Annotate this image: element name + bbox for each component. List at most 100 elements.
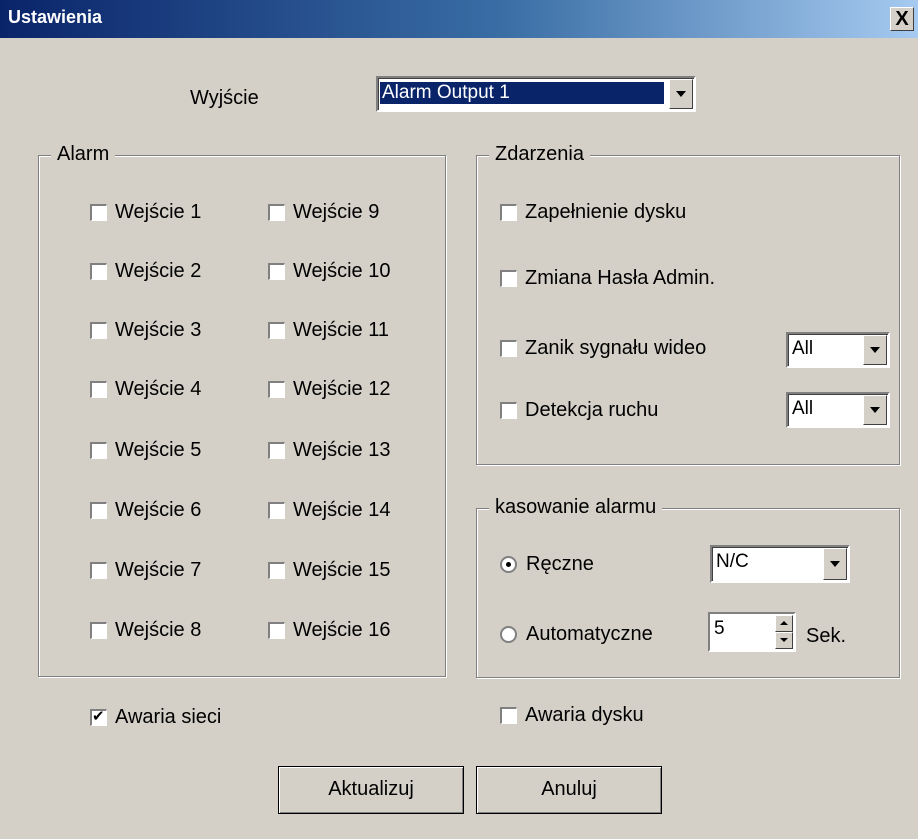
title-bar: Ustawienia X — [0, 0, 918, 38]
input-14-label: Wejście 14 — [293, 498, 391, 521]
input-14-checkbox[interactable]: Wejście 14 — [268, 498, 390, 522]
input-11-label: Wejście 11 — [293, 318, 389, 341]
automatic-radio[interactable]: Automatyczne — [500, 622, 653, 646]
auto-seconds-value: 5 — [714, 618, 725, 639]
chevron-down-icon[interactable] — [863, 395, 887, 425]
radio-circle[interactable] — [500, 625, 517, 643]
input-13-label: Wejście 13 — [293, 438, 391, 461]
checkbox-box[interactable] — [500, 203, 517, 221]
checkbox-box[interactable] — [90, 441, 107, 459]
checkbox-box[interactable] — [90, 321, 107, 339]
output-label: Wyjście — [190, 87, 259, 109]
video-loss-select-value: All — [792, 338, 814, 359]
input-11-checkbox[interactable]: Wejście 11 — [268, 318, 389, 342]
seconds-label: Sek. — [806, 625, 847, 647]
input-15-label: Wejście 15 — [293, 558, 391, 581]
checkbox-box[interactable] — [268, 621, 285, 639]
manual-select-value: N/C — [716, 551, 749, 572]
checkbox-box[interactable] — [90, 380, 107, 398]
input-4-checkbox[interactable]: Wejście 4 — [90, 377, 201, 401]
close-button[interactable]: X — [890, 7, 914, 31]
video-loss-checkbox[interactable]: Zanik sygnału wideo — [500, 336, 706, 360]
input-10-label: Wejście 10 — [293, 259, 391, 282]
admin-password-checkbox[interactable]: Zmiana Hasła Admin. — [500, 266, 715, 290]
checkbox-box[interactable] — [268, 203, 285, 221]
input-9-label: Wejście 9 — [293, 200, 380, 223]
chevron-down-icon[interactable] — [823, 548, 847, 580]
disk-failure-label: Awaria dysku — [525, 703, 644, 726]
input-6-label: Wejście 6 — [115, 498, 202, 521]
input-5-label: Wejście 5 — [115, 438, 202, 461]
manual-select[interactable]: N/C — [710, 545, 850, 583]
spin-up-icon[interactable] — [775, 615, 793, 632]
checkbox-box[interactable] — [268, 441, 285, 459]
manual-label: Ręczne — [526, 552, 594, 575]
output-select-value: Alarm Output 1 — [380, 82, 664, 104]
input-10-checkbox[interactable]: Wejście 10 — [268, 259, 390, 283]
manual-radio[interactable]: Ręczne — [500, 552, 594, 576]
spin-down-icon[interactable] — [775, 632, 793, 649]
input-7-checkbox[interactable]: Wejście 7 — [90, 558, 201, 582]
checkbox-box[interactable] — [500, 401, 517, 419]
checkbox-box[interactable] — [500, 269, 517, 287]
checkbox-box[interactable] — [90, 262, 107, 280]
input-1-label: Wejście 1 — [115, 200, 202, 223]
checkbox-box[interactable] — [90, 501, 107, 519]
motion-select[interactable]: All — [786, 392, 890, 428]
checkbox-box[interactable] — [500, 706, 517, 724]
input-16-checkbox[interactable]: Wejście 16 — [268, 618, 390, 642]
video-loss-select[interactable]: All — [786, 332, 890, 368]
alarm-group-title: Alarm — [51, 143, 116, 166]
disk-full-label: Zapełnienie dysku — [525, 200, 687, 223]
input-2-checkbox[interactable]: Wejście 2 — [90, 259, 201, 283]
radio-circle[interactable] — [500, 555, 517, 573]
motion-detection-checkbox[interactable]: Detekcja ruchu — [500, 398, 658, 422]
network-failure-label: Awaria sieci — [115, 705, 222, 728]
input-5-checkbox[interactable]: Wejście 5 — [90, 438, 201, 462]
checkbox-box[interactable] — [500, 339, 517, 357]
input-8-label: Wejście 8 — [115, 618, 202, 641]
checkbox-box[interactable] — [268, 561, 285, 579]
checkbox-box[interactable] — [268, 380, 285, 398]
input-4-label: Wejście 4 — [115, 377, 202, 400]
admin-password-label: Zmiana Hasła Admin. — [525, 266, 716, 289]
chevron-down-icon[interactable] — [669, 79, 693, 109]
disk-full-checkbox[interactable]: Zapełnienie dysku — [500, 200, 686, 224]
checkbox-box[interactable] — [90, 561, 107, 579]
input-3-checkbox[interactable]: Wejście 3 — [90, 318, 201, 342]
window-title: Ustawienia — [8, 7, 103, 27]
input-7-label: Wejście 7 — [115, 558, 202, 581]
update-button[interactable]: Aktualizuj — [278, 766, 464, 814]
auto-seconds-spinner[interactable]: 5 — [708, 612, 796, 652]
cancel-button[interactable]: Anuluj — [476, 766, 662, 814]
checkbox-box[interactable] — [90, 203, 107, 221]
network-failure-checkbox[interactable]: Awaria sieci — [90, 705, 221, 729]
input-9-checkbox[interactable]: Wejście 9 — [268, 200, 379, 224]
input-1-checkbox[interactable]: Wejście 1 — [90, 200, 201, 224]
video-loss-label: Zanik sygnału wideo — [525, 336, 707, 359]
alarm-group: Alarm — [38, 143, 446, 677]
input-3-label: Wejście 3 — [115, 318, 202, 341]
disk-failure-checkbox[interactable]: Awaria dysku — [500, 703, 644, 727]
alarm-reset-group-title: kasowanie alarmu — [489, 496, 663, 519]
motion-detection-label: Detekcja ruchu — [525, 398, 659, 421]
input-8-checkbox[interactable]: Wejście 8 — [90, 618, 201, 642]
close-icon: X — [895, 8, 909, 30]
input-2-label: Wejście 2 — [115, 259, 202, 282]
checkbox-box[interactable] — [268, 262, 285, 280]
checkbox-box[interactable] — [268, 321, 285, 339]
checkbox-box[interactable] — [90, 621, 107, 639]
input-13-checkbox[interactable]: Wejście 13 — [268, 438, 390, 462]
input-12-checkbox[interactable]: Wejście 12 — [268, 377, 390, 401]
input-16-label: Wejście 16 — [293, 618, 391, 641]
input-12-label: Wejście 12 — [293, 377, 391, 400]
checkbox-box[interactable] — [90, 707, 107, 726]
output-select[interactable]: Alarm Output 1 — [376, 76, 696, 112]
input-15-checkbox[interactable]: Wejście 15 — [268, 558, 390, 582]
input-6-checkbox[interactable]: Wejście 6 — [90, 498, 201, 522]
alarm-reset-group: kasowanie alarmu — [476, 496, 900, 678]
chevron-down-icon[interactable] — [863, 335, 887, 365]
events-group-title: Zdarzenia — [489, 143, 590, 166]
checkbox-box[interactable] — [268, 501, 285, 519]
automatic-label: Automatyczne — [526, 622, 653, 645]
